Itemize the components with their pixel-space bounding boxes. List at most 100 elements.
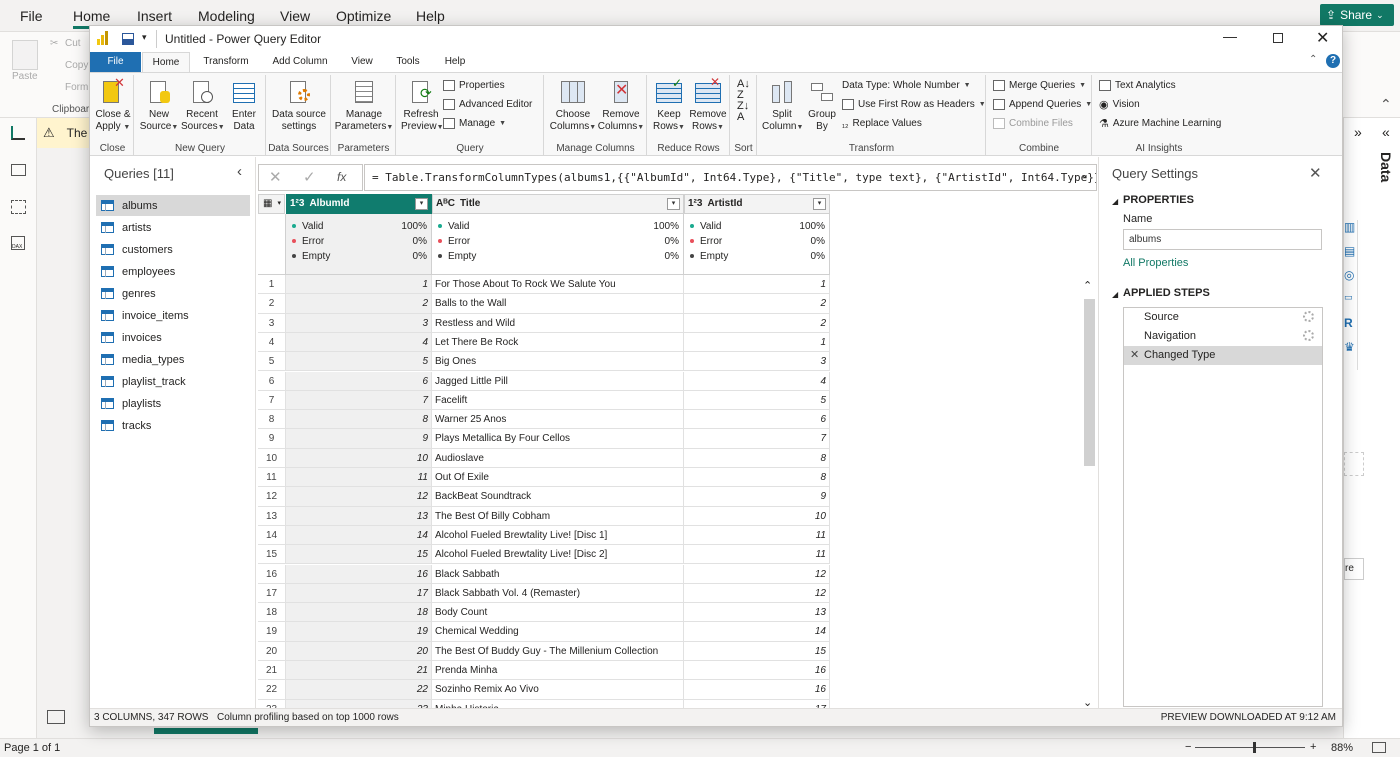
merge-queries-button[interactable]: Merge Queries ▼ — [993, 77, 1086, 94]
row-number[interactable]: 21 — [258, 661, 286, 681]
bar-chart-icon[interactable]: ▥ — [1344, 220, 1357, 236]
azure-ml-button[interactable]: ⚗ Azure Machine Learning — [1099, 115, 1221, 132]
query-item-customers[interactable]: customers — [96, 239, 250, 260]
cell-title[interactable]: Black Sabbath Vol. 4 (Remaster) — [432, 583, 684, 604]
cell-title[interactable]: The Best Of Billy Cobham — [432, 506, 684, 526]
whole-number-type-icon[interactable]: 1²3 — [290, 195, 304, 213]
tab-help[interactable]: Help — [437, 52, 473, 72]
cell-artistid[interactable]: 12 — [684, 564, 830, 584]
cell-title[interactable]: For Those About To Rock We Salute You — [432, 275, 684, 295]
all-properties-link[interactable]: All Properties — [1123, 257, 1188, 269]
row-number[interactable]: 22 — [258, 680, 286, 700]
minimize-button[interactable]: — — [1223, 28, 1237, 44]
grid-vertical-scrollbar[interactable]: ⌃ ⌄ — [1081, 276, 1097, 712]
cell-albumid[interactable]: 16 — [286, 564, 432, 584]
cell-artistid[interactable]: 10 — [684, 506, 830, 526]
cell-albumid[interactable]: 15 — [286, 545, 432, 565]
row-number[interactable]: 8 — [258, 410, 286, 430]
quick-access-dropdown-icon[interactable]: ▾ — [142, 32, 147, 43]
advanced-editor-button[interactable]: Advanced Editor — [443, 96, 532, 113]
maximize-button[interactable] — [1273, 33, 1283, 43]
pbi-menu-file[interactable]: File — [20, 8, 43, 24]
fx-icon[interactable]: fx — [337, 170, 346, 184]
cell-title[interactable]: Big Ones — [432, 352, 684, 372]
trophy-icon[interactable]: ♛ — [1344, 340, 1357, 356]
cell-artistid[interactable]: 5 — [684, 390, 830, 411]
pbi-menu-help[interactable]: Help — [416, 8, 445, 24]
cell-artistid[interactable]: 12 — [684, 583, 830, 604]
cell-artistid[interactable]: 1 — [684, 275, 830, 295]
row-number[interactable]: 6 — [258, 371, 286, 391]
row-number[interactable]: 13 — [258, 506, 286, 526]
choose-columns-button[interactable]: Choose Columns▼ — [549, 77, 597, 134]
pbi-menu-modeling[interactable]: Modeling — [198, 8, 255, 24]
cell-albumid[interactable]: 23 — [286, 699, 432, 708]
column-profile-title[interactable]: Valid 100% Error 0% Empty 0% — [432, 214, 684, 275]
card-icon[interactable]: ▭ — [1344, 292, 1357, 308]
sort-ascending-icon[interactable]: A↓ Z — [737, 79, 750, 101]
cut-button[interactable]: Cut — [65, 38, 81, 49]
close-apply-button[interactable]: ✕ Close & Apply ▼ — [94, 76, 132, 134]
replace-values-button[interactable]: ₁₂ Replace Values — [842, 115, 922, 132]
zoom-in-icon[interactable]: + — [1310, 741, 1316, 753]
row-number[interactable]: 20 — [258, 641, 286, 661]
row-number[interactable]: 1 — [258, 275, 286, 295]
remove-columns-button[interactable]: ✕ Remove Columns▼ — [597, 77, 645, 134]
step-source[interactable]: Source — [1124, 308, 1322, 327]
column-profile-artistid[interactable]: Valid 100% Error 0% Empty 0% — [684, 214, 830, 275]
use-first-row-button[interactable]: Use First Row as Headers ▼ — [842, 96, 986, 113]
column-header-title[interactable]: AᴮC Title ▾ — [432, 194, 684, 214]
step-navigation[interactable]: Navigation — [1124, 327, 1322, 346]
query-item-artists[interactable]: artists — [96, 217, 250, 238]
paste-button[interactable]: Paste — [12, 71, 38, 82]
cell-albumid[interactable]: 10 — [286, 448, 432, 468]
page-tab-indicator[interactable] — [154, 728, 258, 734]
row-number[interactable]: 2 — [258, 294, 286, 314]
cell-artistid[interactable]: 14 — [684, 622, 830, 642]
dax-view-icon[interactable]: DAX — [11, 236, 25, 250]
row-number[interactable]: 14 — [258, 525, 286, 546]
cell-albumid[interactable]: 17 — [286, 583, 432, 604]
cell-albumid[interactable]: 8 — [286, 410, 432, 430]
cell-title[interactable]: Facelift — [432, 390, 684, 411]
expand-formula-icon[interactable]: ⌄ — [1080, 168, 1089, 181]
tab-tools[interactable]: Tools — [390, 52, 426, 72]
cell-artistid[interactable]: 3 — [684, 352, 830, 372]
collapse-pane-icon[interactable]: « — [1382, 124, 1390, 140]
manage-parameters-button[interactable]: Manage Parameters▼ — [334, 77, 394, 134]
pbi-menu-insert[interactable]: Insert — [137, 8, 172, 24]
cancel-formula-icon[interactable]: ✕ — [269, 168, 282, 186]
report-view-icon[interactable] — [11, 126, 25, 140]
query-item-invoice-items[interactable]: invoice_items — [96, 305, 250, 326]
cell-artistid[interactable]: 13 — [684, 603, 830, 623]
row-number[interactable]: 11 — [258, 468, 286, 488]
format-painter-button[interactable]: Form — [65, 82, 88, 93]
cell-title[interactable]: Audioslave — [432, 448, 684, 468]
enter-data-button[interactable]: Enter Data — [225, 77, 263, 133]
remove-rows-button[interactable]: ✕ Remove Rows▼ — [688, 76, 728, 134]
recent-sources-button[interactable]: Recent Sources▼ — [181, 77, 225, 134]
cell-artistid[interactable]: 8 — [684, 448, 830, 468]
zoom-slider-thumb[interactable] — [1253, 742, 1256, 753]
cell-title[interactable]: Restless and Wild — [432, 313, 684, 333]
row-number[interactable]: 23 — [258, 699, 286, 708]
query-item-employees[interactable]: employees — [96, 261, 250, 282]
cell-artistid[interactable]: 2 — [684, 294, 830, 314]
tab-transform[interactable]: Transform — [195, 52, 257, 72]
close-settings-icon[interactable]: ✕ — [1309, 164, 1322, 182]
cell-artistid[interactable]: 16 — [684, 661, 830, 681]
pane-button[interactable]: re — [1344, 558, 1364, 580]
row-number[interactable]: 15 — [258, 545, 286, 565]
new-source-button[interactable]: New Source▼ — [139, 77, 179, 134]
cell-artistid[interactable]: 1 — [684, 332, 830, 353]
gear-icon[interactable] — [1303, 330, 1314, 341]
cell-albumid[interactable]: 21 — [286, 661, 432, 681]
cell-albumid[interactable]: 14 — [286, 525, 432, 546]
expand-pane-icon[interactable]: » — [1354, 124, 1362, 140]
cell-albumid[interactable]: 6 — [286, 371, 432, 391]
cell-title[interactable]: Jagged Little Pill — [432, 371, 684, 391]
save-icon[interactable] — [122, 33, 134, 45]
data-type-dropdown[interactable]: Data Type: Whole Number ▼ — [842, 77, 971, 94]
vision-button[interactable]: ◉ Vision — [1099, 96, 1140, 113]
column-filter-button[interactable]: ▾ — [813, 198, 826, 210]
